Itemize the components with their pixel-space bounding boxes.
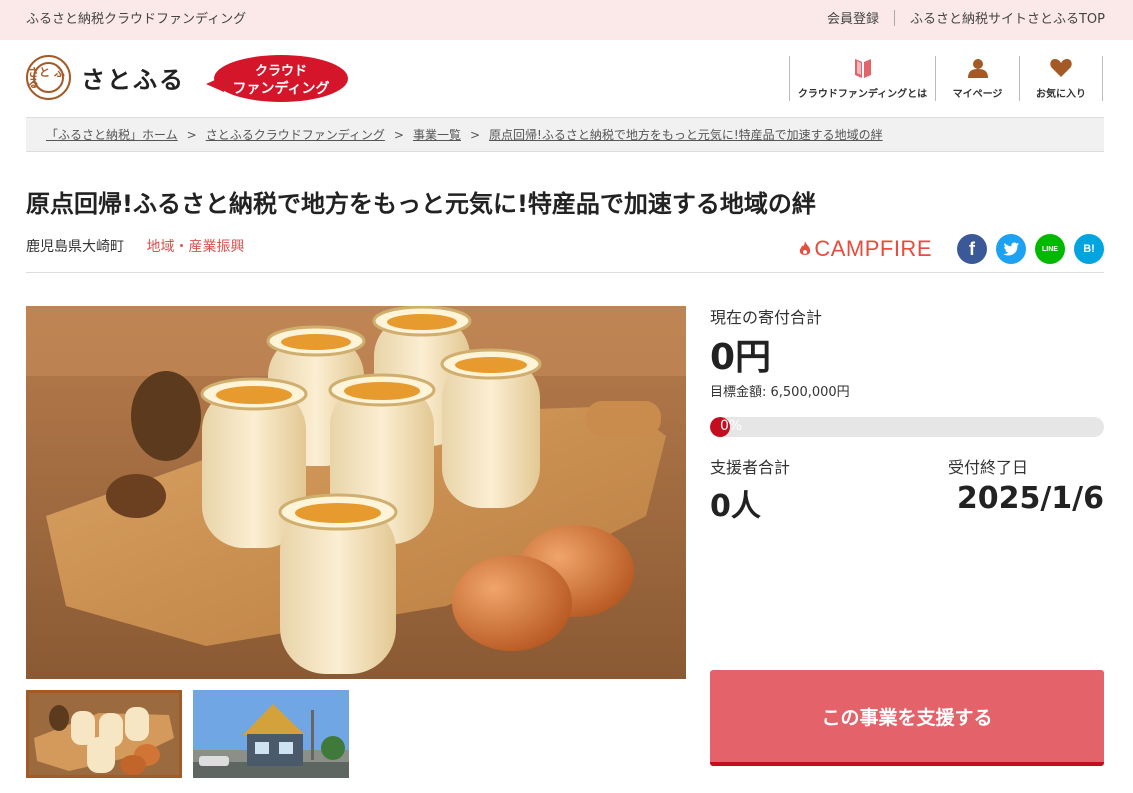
site-tagline: ふるさと納税クラウドファンディング bbox=[26, 12, 247, 27]
goal-amount: 目標金額: 6,500,000円 bbox=[710, 385, 850, 400]
register-link[interactable]: 会員登録 bbox=[827, 8, 879, 27]
breadcrumb: 「ふるさと納税」ホーム > さとふるクラウドファンディング > 事業一覧 > 原… bbox=[26, 117, 1104, 152]
top-bar: ふるさと納税クラウドファンディング 会員登録 ふるさと納税サイトさとふるTOP bbox=[0, 0, 1133, 40]
twitter-icon[interactable] bbox=[996, 234, 1026, 264]
heart-icon bbox=[1050, 59, 1072, 77]
current-total-value: 0円 bbox=[710, 337, 772, 378]
image-thumbnails bbox=[26, 690, 360, 778]
nav-about-crowdfunding[interactable]: クラウドファンディングとは bbox=[789, 56, 935, 101]
line-icon[interactable]: LINE bbox=[1035, 234, 1065, 264]
site-logo[interactable]: さと ふる さとふる bbox=[26, 55, 185, 100]
thumbnail-building[interactable] bbox=[193, 690, 349, 778]
supporters-value: 0人 bbox=[710, 489, 761, 524]
logo-mark-icon: さと ふる bbox=[26, 55, 71, 100]
satofull-top-link[interactable]: ふるさと納税サイトさとふるTOP bbox=[910, 8, 1105, 27]
divider bbox=[893, 9, 895, 26]
deadline-value: 2025/1/6 bbox=[956, 481, 1104, 516]
nav-label: お気に入り bbox=[1036, 89, 1086, 100]
thumbnail-pudding[interactable] bbox=[26, 690, 182, 778]
breadcrumb-current[interactable]: 原点回帰!ふるさと納税で地方をもっと元気に!特産品で加速する地域の絆 bbox=[489, 126, 883, 143]
breadcrumb-separator: > bbox=[469, 127, 481, 142]
logo-text: さとふる bbox=[81, 66, 185, 94]
hatena-icon[interactable]: B! bbox=[1074, 234, 1104, 264]
main-product-image[interactable] bbox=[26, 306, 686, 679]
breadcrumb-crowdfunding[interactable]: さとふるクラウドファンディング bbox=[206, 126, 385, 143]
project-meta: 鹿児島県大崎町 地域・産業振興 bbox=[26, 236, 244, 256]
book-icon bbox=[854, 59, 871, 78]
share-bar: CAMPFIRE f LINE B! bbox=[799, 234, 1104, 264]
current-total-label: 現在の寄付合計 bbox=[710, 308, 823, 327]
crowdfunding-badge: クラウド ファンディング bbox=[206, 55, 348, 102]
supporters-label: 支援者合計 bbox=[710, 458, 791, 477]
page-title: 原点回帰!ふるさと納税で地方をもっと元気に!特産品で加速する地域の絆 bbox=[26, 190, 816, 218]
badge-line-1: クラウド bbox=[254, 64, 307, 79]
breadcrumb-project-list[interactable]: 事業一覧 bbox=[413, 126, 461, 143]
nav-mypage[interactable]: マイページ bbox=[935, 56, 1019, 101]
section-divider bbox=[26, 272, 1104, 273]
badge-line-2: ファンディング bbox=[232, 81, 330, 97]
header-nav: クラウドファンディングとは マイページ お気に入り bbox=[789, 56, 1103, 101]
facebook-icon[interactable]: f bbox=[957, 234, 987, 264]
nav-label: マイページ bbox=[952, 89, 1003, 100]
nav-favorites[interactable]: お気に入り bbox=[1019, 56, 1103, 101]
progress-percent: 0% bbox=[720, 418, 743, 434]
project-category[interactable]: 地域・産業振興 bbox=[146, 239, 244, 255]
support-project-button[interactable]: この事業を支援する bbox=[710, 670, 1104, 766]
campfire-text: CAMPFIRE bbox=[814, 236, 932, 261]
deadline-label: 受付終了日 bbox=[948, 458, 1029, 477]
nav-label: クラウドファンディングとは bbox=[797, 89, 928, 100]
breadcrumb-separator: > bbox=[186, 127, 197, 142]
progress-bar: 0% bbox=[710, 417, 1104, 437]
campfire-logo[interactable]: CAMPFIRE bbox=[799, 236, 932, 262]
top-links: 会員登録 ふるさと納税サイトさとふるTOP bbox=[827, 8, 1105, 27]
flame-icon bbox=[800, 241, 811, 255]
breadcrumb-home[interactable]: 「ふるさと納税」ホーム bbox=[46, 126, 178, 143]
breadcrumb-separator: > bbox=[393, 127, 404, 142]
person-icon bbox=[967, 59, 988, 78]
project-location: 鹿児島県大崎町 bbox=[26, 239, 124, 255]
